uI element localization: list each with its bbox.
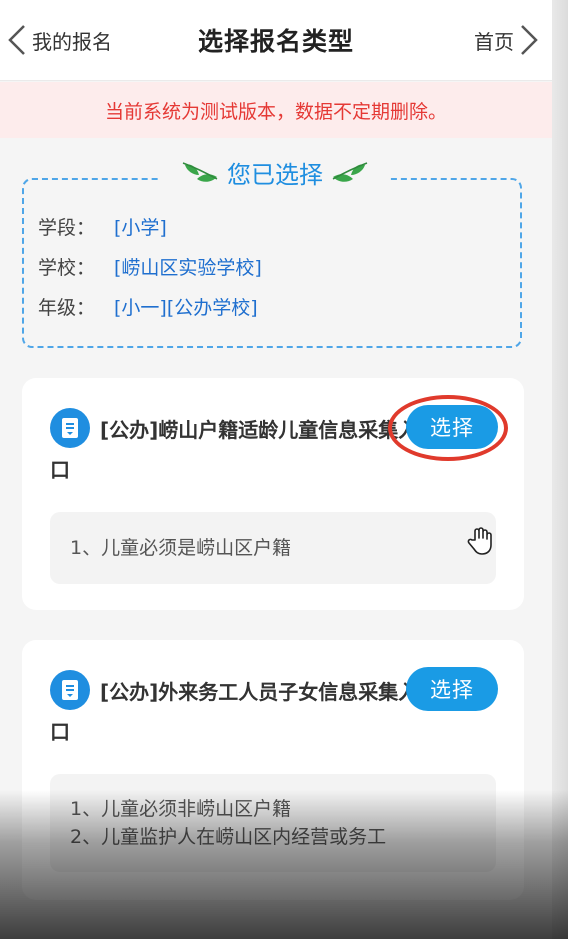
window-edge xyxy=(552,0,568,939)
info-value: [小一][公办学校] xyxy=(114,297,258,319)
requirements-box: 1、儿童必须是崂山区户籍 xyxy=(50,512,496,584)
select-button[interactable]: 选择 xyxy=(406,405,498,449)
chevron-right-icon xyxy=(521,25,538,55)
info-key: 学段： xyxy=(38,217,96,239)
info-key: 学校： xyxy=(38,257,96,279)
selected-heading-text: 您已选择 xyxy=(227,160,323,189)
info-row-school: 学校： [崂山区实验学校] xyxy=(38,248,262,288)
requirement-item: 1、儿童必须非崂山区户籍 xyxy=(70,798,292,820)
select-button[interactable]: 选择 xyxy=(406,667,498,711)
option-card-local-hukou: [公办]崂山户籍适龄儿童信息采集入口 选择 1、儿童必须是崂山区户籍 xyxy=(22,378,524,610)
info-value: [小学] xyxy=(114,217,167,239)
info-value: [崂山区实验学校] xyxy=(114,257,262,279)
leaf-left-icon xyxy=(182,162,218,182)
leaf-right-icon xyxy=(332,162,368,182)
info-row-stage: 学段： [小学] xyxy=(38,208,262,248)
test-version-notice: 当前系统为测试版本，数据不定期删除。 xyxy=(0,82,552,138)
home-link-label: 首页 xyxy=(474,29,514,54)
selected-heading: 您已选择 xyxy=(160,152,390,192)
requirements-box: 1、儿童必须非崂山区户籍 2、儿童监护人在崂山区内经营或务工 xyxy=(50,774,496,872)
info-key: 年级： xyxy=(38,297,96,319)
hand-cursor-icon xyxy=(467,527,492,555)
home-link[interactable]: 首页 xyxy=(474,20,540,60)
option-card-migrant-children: [公办]外来务工人员子女信息采集入口 选择 1、儿童必须非崂山区户籍 2、儿童监… xyxy=(22,640,524,900)
option-title: [公办]外来务工人员子女信息采集入口 xyxy=(50,680,419,744)
requirement-item: 1、儿童必须是崂山区户籍 xyxy=(70,537,292,559)
requirement-item: 2、儿童监护人在崂山区内经营或务工 xyxy=(70,826,387,848)
selected-info-list: 学段： [小学] 学校： [崂山区实验学校] 年级： [小一][公办学校] xyxy=(38,208,262,328)
page-title: 选择报名类型 xyxy=(197,27,354,56)
page: 我的报名 选择报名类型 首页 当前系统为测试版本，数据不定期删除。 您已选择 学… xyxy=(0,0,552,939)
header-bar: 我的报名 选择报名类型 首页 xyxy=(0,0,552,81)
option-title: [公办]崂山户籍适龄儿童信息采集入口 xyxy=(50,418,419,482)
info-row-grade: 年级： [小一][公办学校] xyxy=(38,288,262,328)
